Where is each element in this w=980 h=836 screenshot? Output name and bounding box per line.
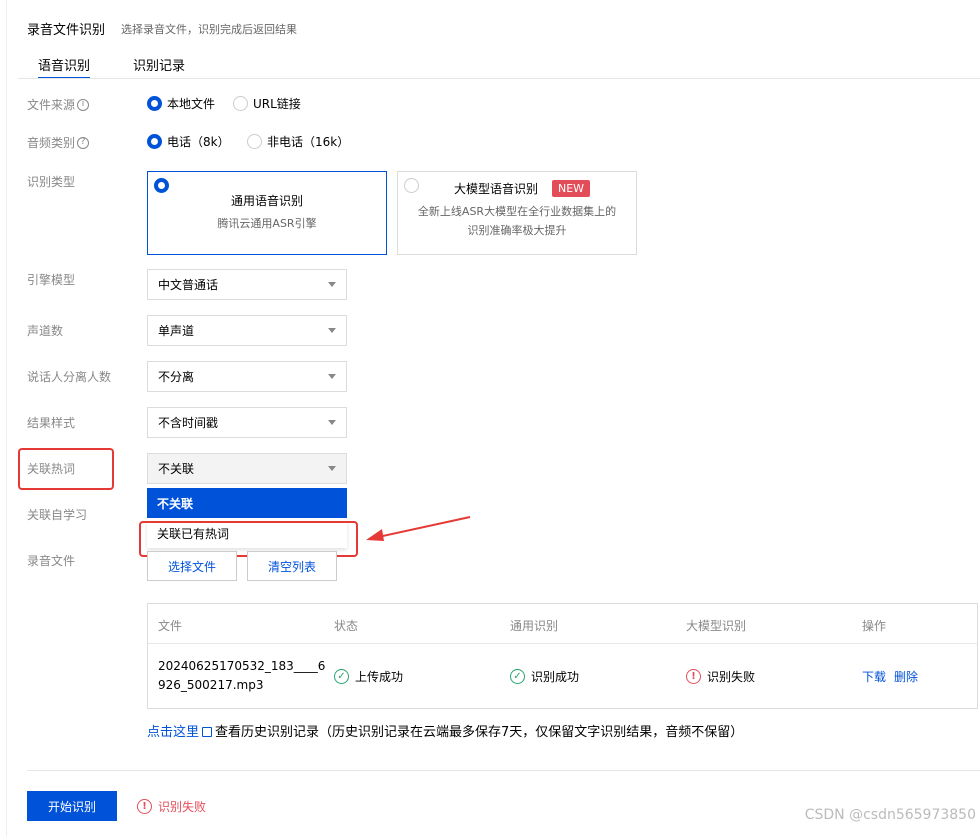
select-value: 中文普通话 (158, 278, 219, 292)
select-value: 不关联 (158, 462, 195, 476)
radio-selected-icon (147, 134, 162, 149)
radio-label: 非电话（16k） (267, 135, 350, 149)
select-value: 不分离 (158, 370, 195, 384)
file-source-label: 文件来源 i (27, 96, 90, 113)
radio-label: 本地文件 (167, 97, 216, 111)
page-subtitle: 选择录音文件，识别完成后返回结果 (121, 23, 297, 36)
choose-file-button[interactable]: 选择文件 (147, 551, 237, 581)
download-link[interactable]: 下载 (862, 668, 886, 685)
error-text: 识别失败 (158, 800, 207, 814)
check-circle-icon: ✓ (510, 669, 525, 684)
column-header-file: 文件 (158, 619, 183, 633)
column-header-llm: 大模型识别 (686, 619, 747, 633)
radio-selected-icon (154, 178, 169, 193)
error-circle-icon: ! (686, 669, 701, 684)
speaker-separation-select[interactable]: 不分离 (147, 361, 347, 392)
external-link-icon[interactable] (202, 727, 213, 737)
audio-type-label: 音频类别 ? (27, 134, 90, 151)
card-header: 大模型语音识别 NEW (398, 180, 636, 197)
radio-unselected-icon (247, 134, 262, 149)
watermark: CSDN @csdn565973850 (804, 807, 976, 823)
status-text: 上传成功 (355, 670, 404, 684)
file-table (147, 603, 978, 709)
self-learning-label: 关联自学习 (27, 508, 88, 522)
check-circle-icon: ✓ (334, 669, 349, 684)
card-general-asr[interactable]: 通用语音识别 腾讯云通用ASR引擎 (147, 171, 387, 255)
select-value: 不含时间戳 (158, 416, 219, 430)
audio-file-label: 录音文件 (27, 554, 76, 568)
left-divider (6, 0, 7, 836)
status-text: 识别成功 (531, 670, 580, 684)
radio-local-file[interactable]: 本地文件 (147, 95, 215, 112)
recognition-type-label: 识别类型 (27, 175, 76, 189)
delete-link[interactable]: 删除 (894, 668, 918, 685)
select-value: 单声道 (158, 324, 195, 338)
tab-recognition-records[interactable]: 识别记录 (133, 55, 185, 79)
radio-non-phone-16k[interactable]: 非电话（16k） (247, 133, 349, 150)
info-icon[interactable]: i (77, 98, 90, 111)
radio-url-link[interactable]: URL链接 (233, 95, 301, 112)
channels-label: 声道数 (27, 324, 64, 338)
radio-label: URL链接 (253, 97, 301, 111)
hotwords-label: 关联热词 (27, 462, 76, 476)
table-header-divider (148, 643, 977, 644)
result-style-label: 结果样式 (27, 416, 76, 430)
radio-label: 电话（8k） (167, 135, 230, 149)
card-llm-asr[interactable]: 大模型语音识别 NEW 全新上线ASR大模型在全行业数据集上的 识别准确率极大提… (397, 171, 637, 255)
speaker-separation-label: 说话人分离人数 (27, 370, 112, 384)
llm-recognition-status: ! 识别失败 (686, 668, 755, 685)
card-desc: 腾讯云通用ASR引擎 (217, 217, 317, 230)
dropdown-option-none[interactable]: 不关联 (147, 488, 347, 518)
radio-selected-icon (147, 96, 162, 111)
card-title: 大模型语音识别 (453, 182, 538, 196)
new-badge: NEW (551, 180, 591, 197)
radio-phone-8k[interactable]: 电话（8k） (147, 133, 230, 150)
start-recognition-button[interactable]: 开始识别 (27, 791, 117, 821)
column-header-actions: 操作 (862, 619, 887, 633)
engine-model-label: 引擎模型 (27, 273, 76, 287)
file-name-line1: 20240625170532_183____6 (158, 659, 326, 673)
column-header-general: 通用识别 (510, 619, 559, 633)
file-source-label-text: 文件来源 (27, 98, 76, 112)
annotation-arrow-icon (366, 516, 471, 541)
caret-down-icon (328, 420, 336, 425)
error-circle-icon: ! (137, 799, 152, 814)
tab-divider (18, 78, 980, 79)
column-header-status: 状态 (334, 619, 359, 633)
caret-down-icon (328, 328, 336, 333)
history-note-text: 查看历史识别记录（历史识别记录在云端最多保存7天，仅保留文字识别结果，音频不保留… (215, 725, 744, 740)
engine-model-select[interactable]: 中文普通话 (147, 269, 347, 300)
caret-down-icon (328, 466, 336, 471)
page-title: 录音文件识别 (27, 23, 106, 38)
result-style-select[interactable]: 不含时间戳 (147, 407, 347, 438)
radio-unselected-icon (404, 178, 419, 193)
channels-select[interactable]: 单声道 (147, 315, 347, 346)
general-recognition-status: ✓ 识别成功 (510, 668, 579, 685)
history-link[interactable]: 点击这里 (147, 725, 199, 740)
card-desc-line1: 全新上线ASR大模型在全行业数据集上的 (417, 205, 617, 218)
upload-status: ✓ 上传成功 (334, 668, 403, 685)
audio-type-label-text: 音频类别 (27, 136, 76, 150)
status-text: 识别失败 (707, 670, 756, 684)
card-title: 通用语音识别 (230, 194, 303, 208)
radio-unselected-icon (233, 96, 248, 111)
history-note: 点击这里 查看历史识别记录（历史识别记录在云端最多保存7天，仅保留文字识别结果，音… (147, 721, 743, 740)
card-desc-line2: 识别准确率极大提升 (467, 224, 567, 237)
tab-speech-recognition[interactable]: 语音识别 (38, 55, 91, 79)
clear-list-button[interactable]: 清空列表 (247, 551, 337, 581)
help-icon[interactable]: ? (77, 136, 90, 149)
hotwords-select[interactable]: 不关联 (147, 453, 347, 484)
file-name-line2: 926_500217.mp3 (158, 678, 264, 692)
caret-down-icon (328, 282, 336, 287)
caret-down-icon (328, 374, 336, 379)
footer-error: ! 识别失败 (137, 798, 206, 815)
footer-divider (27, 770, 980, 771)
